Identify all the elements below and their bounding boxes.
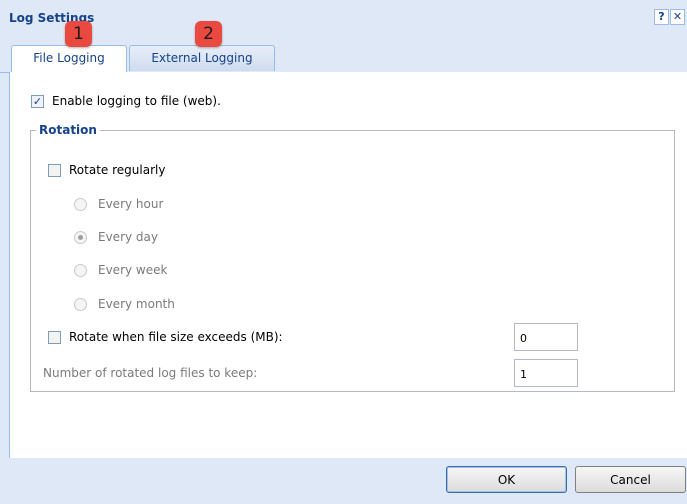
radio-every-hour[interactable]: Every hour bbox=[74, 197, 163, 211]
tab-bar: File Logging External Logging bbox=[0, 42, 687, 73]
rotation-legend: Rotation bbox=[36, 123, 100, 137]
rotate-regularly-label: Rotate regularly bbox=[69, 163, 166, 177]
file-logging-panel: ✓ Enable logging to file (web). Rotation… bbox=[9, 72, 687, 458]
rotate-regularly-row[interactable]: Rotate regularly bbox=[48, 163, 165, 177]
enable-logging-row[interactable]: ✓ Enable logging to file (web). bbox=[31, 94, 221, 108]
rotate-size-label: Rotate when file size exceeds (MB): bbox=[69, 330, 283, 344]
keep-files-label: Number of rotated log files to keep: bbox=[43, 366, 258, 380]
annotation-badge-2: 2 bbox=[195, 21, 222, 47]
title-bar: Log Settings ? ✕ bbox=[0, 0, 687, 42]
radio-label: Every hour bbox=[98, 197, 164, 211]
keep-files-input[interactable]: 1 bbox=[514, 359, 578, 387]
log-settings-dialog: Log Settings ? ✕ File Logging External L… bbox=[0, 0, 687, 504]
radio-label: Every month bbox=[98, 297, 175, 311]
radio-label: Every day bbox=[98, 230, 158, 244]
radio-label: Every week bbox=[98, 263, 168, 277]
radio-button[interactable] bbox=[74, 197, 87, 211]
radio-button[interactable] bbox=[74, 297, 87, 311]
enable-logging-label: Enable logging to file (web). bbox=[52, 94, 221, 108]
cancel-button[interactable]: Cancel bbox=[575, 466, 686, 493]
radio-every-week[interactable]: Every week bbox=[74, 263, 167, 277]
ok-button[interactable]: OK bbox=[446, 466, 567, 493]
radio-button[interactable] bbox=[74, 230, 87, 244]
tab-external-logging[interactable]: External Logging bbox=[129, 45, 275, 71]
tab-file-logging[interactable]: File Logging bbox=[11, 45, 127, 73]
radio-button[interactable] bbox=[74, 263, 87, 277]
radio-every-day[interactable]: Every day bbox=[74, 230, 158, 244]
enable-logging-checkbox[interactable]: ✓ bbox=[31, 94, 44, 108]
keep-files-row: Number of rotated log files to keep: bbox=[43, 366, 257, 380]
rotate-size-checkbox[interactable] bbox=[48, 330, 61, 344]
rotate-size-input[interactable]: 0 bbox=[514, 323, 578, 351]
annotation-badge-1: 1 bbox=[65, 21, 92, 47]
close-icon[interactable]: ✕ bbox=[670, 9, 685, 25]
rotate-regularly-checkbox[interactable] bbox=[48, 163, 61, 177]
rotate-size-row[interactable]: Rotate when file size exceeds (MB): bbox=[48, 330, 283, 344]
radio-every-month[interactable]: Every month bbox=[74, 297, 175, 311]
help-icon[interactable]: ? bbox=[654, 9, 669, 25]
